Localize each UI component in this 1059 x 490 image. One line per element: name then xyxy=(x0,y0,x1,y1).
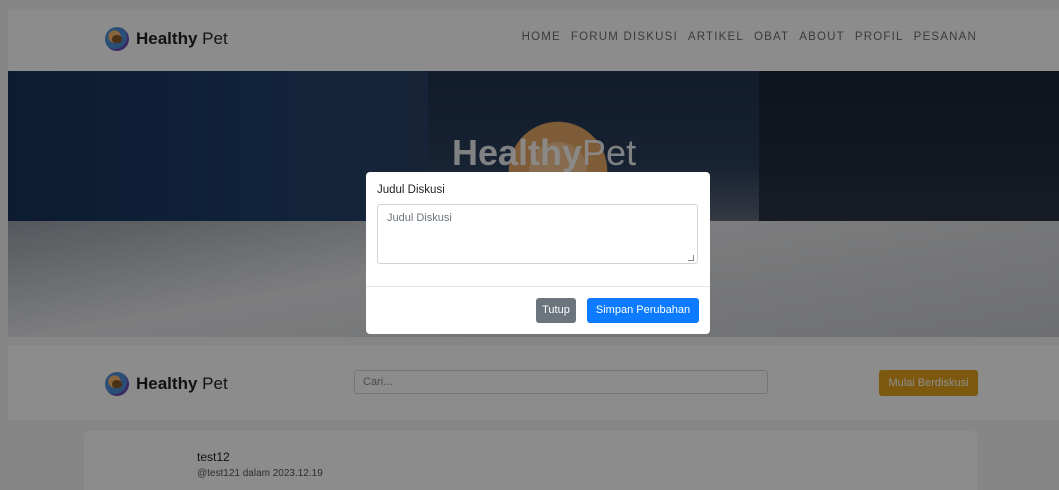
discussion-title-textarea[interactable]: Judul Diskusi xyxy=(377,204,698,264)
modal-footer-divider xyxy=(366,286,710,287)
discussion-title-label: Judul Diskusi xyxy=(377,184,445,196)
save-changes-button[interactable]: Simpan Perubahan xyxy=(587,298,699,323)
close-button[interactable]: Tutup xyxy=(536,298,576,323)
discussion-modal: Judul Diskusi Judul Diskusi Tutup Simpan… xyxy=(366,172,710,334)
